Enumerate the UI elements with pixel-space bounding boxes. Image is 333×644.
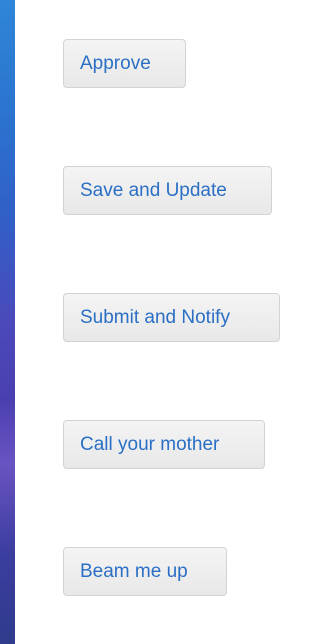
call-your-mother-button[interactable]: Call your mother [63, 420, 265, 469]
beam-me-up-button[interactable]: Beam me up [63, 547, 227, 596]
approve-button[interactable]: Approve [63, 39, 186, 88]
desktop-background-strip [0, 0, 15, 644]
save-and-update-button[interactable]: Save and Update [63, 166, 272, 215]
button-panel: Approve Save and Update Submit and Notif… [15, 0, 333, 644]
submit-and-notify-button[interactable]: Submit and Notify [63, 293, 280, 342]
